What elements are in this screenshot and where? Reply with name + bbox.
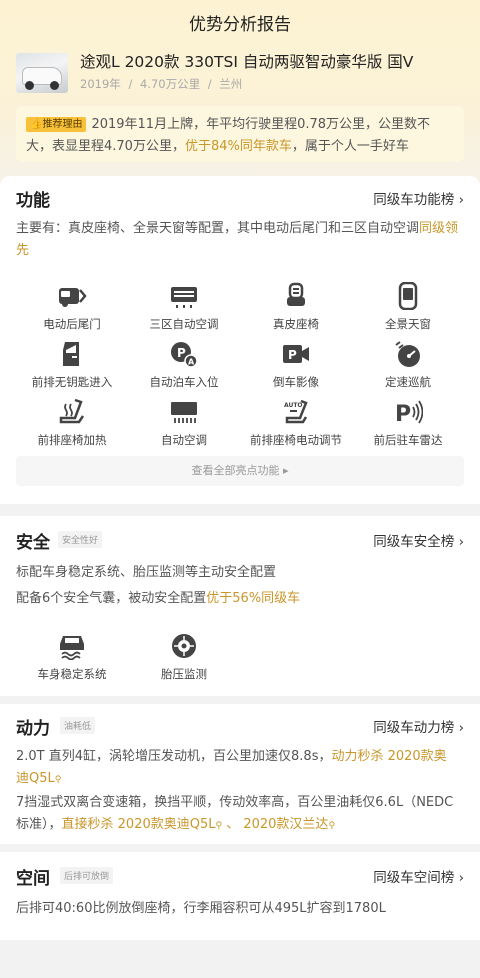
feature-item[interactable]: P 倒车影像 [240,340,352,390]
feature-item[interactable]: 全景天窗 [352,282,464,332]
features-grid: 电动后尾门 三区自动空调 真皮座椅 全景天窗 前排无钥匙进入 PA 自动泊车入位… [16,282,464,452]
space-section: 空间 后排可放倒 同级车空间榜 › 后排可40:60比例放倒座椅，行李厢容积可从… [0,852,480,940]
recommend-reason: 👍推荐理由 2019年11月上牌，年平均行驶里程0.78万公里，公里数不大，表显里… [16,106,464,162]
feature-item[interactable]: 前排座椅加热 [16,398,128,448]
feature-item[interactable]: 真皮座椅 [240,282,352,332]
safety-line-2: 配备6个安全气囊，被动安全配置优于56%同级车 [16,591,301,606]
car-name: 途观L 2020款 330TSI 自动两驱智动豪华版 国V [80,53,414,71]
features-summary: 主要有：真皮座椅、全景天窗等配置，其中电动后尾门和三区自动空调同级领先 [16,221,459,258]
svg-text:P: P [177,346,186,360]
space-title: 空间 [16,869,50,889]
car-mileage: 4.70万公里 [139,77,201,91]
space-tag: 后排可放倒 [60,867,114,884]
space-rank-link[interactable]: 同级车空间榜 › [373,866,464,886]
reason-highlight: 优于84%同年款车 [184,139,292,154]
tailgate-icon [59,288,87,307]
svg-text:P: P [288,348,297,362]
seat-heating-icon [59,398,85,424]
feature-item[interactable]: 定速巡航 [352,340,464,390]
stability-icon [60,636,84,660]
feature-item[interactable]: PA 自动泊车入位 [128,340,240,390]
safety-title: 安全 [16,533,50,553]
car-year: 2019年 [80,77,121,91]
safety-section: 安全 安全性好 同级车安全榜 › 标配车身稳定系统、胎压监测等主动安全配置 配备… [0,516,480,696]
safety-rank-link[interactable]: 同级车安全榜 › [373,530,464,550]
feature-item[interactable]: P 前后驻车雷达 [352,398,464,448]
auto-parking-icon: PA [171,342,198,368]
page-title: 优势分析报告 [189,15,291,35]
power-gearbox-text: 7挡湿式双离合变速箱，换挡平顺，传动效率高，百公里油耗仅6.6L（NEDC 标准… [16,795,454,832]
svg-text:AUTO: AUTO [284,402,303,409]
feature-item[interactable]: 自动空调 [128,398,240,448]
car-meta: 2019年 / 4.70万公里 / 兰州 [80,77,243,91]
features-section: 功能 同级车功能榜 › 主要有：真皮座椅、全景天窗等配置，其中电动后尾门和三区自… [0,176,480,504]
safety-line-1: 标配车身稳定系统、胎压监测等主动安全配置 [16,565,277,580]
auto-ac-icon [171,402,197,423]
view-all-features-button[interactable]: 查看全部亮点功能 ▸ [16,456,464,486]
camera-icon: P [283,345,309,363]
seat-icon [287,282,305,306]
report-header: 优势分析报告 途观L 2020款 330TSI 自动两驱智动豪华版 国V 201… [0,0,480,188]
car-city: 兰州 [219,77,243,91]
safety-tag: 安全性好 [58,531,103,548]
thumbs-up-icon: 👍 [30,119,43,130]
feature-item[interactable]: AUTO 前排座椅电动调节 [240,398,352,448]
car-thumbnail[interactable] [16,53,68,93]
power-section: 动力 油耗低 同级车动力榜 › 2.0T 直列4缸，涡轮增压发动机，百公里加速仅… [0,704,480,844]
seat-adjust-icon: AUTO [284,399,308,424]
parking-radar-icon: P [395,400,423,426]
car-summary[interactable]: 途观L 2020款 330TSI 自动两驱智动豪华版 国V 2019年 / 4.… [16,50,468,94]
feature-item[interactable]: 三区自动空调 [128,282,240,332]
tire-pressure-icon [172,634,196,658]
safety-item[interactable]: 车身稳定系统 [16,632,128,682]
safety-item[interactable]: 胎压监测 [128,632,240,682]
feature-item[interactable]: 电动后尾门 [16,282,128,332]
keyless-entry-icon [63,342,79,366]
features-rank-link[interactable]: 同级车功能榜 › [373,188,464,208]
cruise-icon [395,341,420,367]
power-title: 动力 [16,719,50,739]
recommend-badge: 👍推荐理由 [26,117,87,132]
sunroof-icon [398,282,418,310]
features-title: 功能 [16,191,50,211]
svg-text:P: P [395,402,411,426]
ac-icon [171,287,197,308]
search-icon[interactable]: ⚲ [55,775,62,785]
power-tag: 油耗低 [60,717,96,734]
feature-item[interactable]: 前排无钥匙进入 [16,340,128,390]
power-rank-link[interactable]: 同级车动力榜 › [373,716,464,736]
space-text: 后排可40:60比例放倒座椅，行李厢容积可从495L扩容到1780L [16,901,386,916]
search-icon[interactable]: ⚲ [328,821,335,831]
svg-text:A: A [188,358,195,367]
power-engine-text: 2.0T 直列4缸，涡轮增压发动机，百公里加速仅8.8s，动力秒杀 2020款奥… [16,749,447,786]
